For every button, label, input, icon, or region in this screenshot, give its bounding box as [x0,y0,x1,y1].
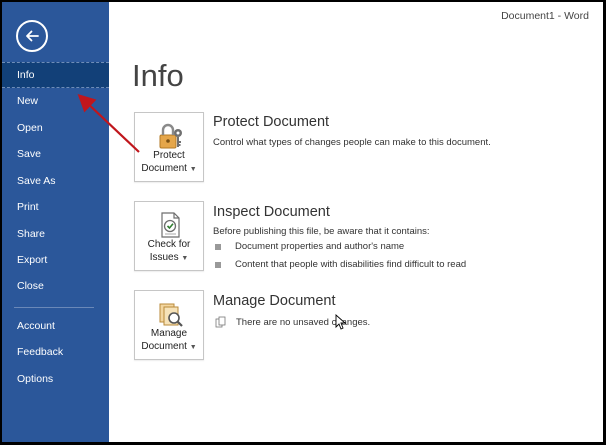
manage-document-icon [159,303,183,327]
nav-item-feedback[interactable]: Feedback [2,339,109,365]
back-button[interactable] [16,20,48,52]
backstage-sidebar: Info New Open Save Save As Print Share E… [2,2,109,442]
nav-item-share[interactable]: Share [2,221,109,247]
inspect-bullet: Document properties and author's name [215,241,404,252]
sidebar-divider [14,307,94,308]
mouse-cursor-icon [335,314,346,330]
protect-section-title: Protect Document [213,114,330,130]
window-title: Document1 - Word [501,10,589,22]
nav-item-info[interactable]: Info [2,62,109,88]
inspect-section-title: Inspect Document [213,204,330,220]
check-for-issues-button[interactable]: Check for Issues ▼ [134,201,204,271]
nav-item-account[interactable]: Account [2,313,109,339]
documents-icon [215,316,226,328]
manage-button-label: Manage Document ▼ [141,328,197,352]
nav-item-close[interactable]: Close [2,273,109,299]
check-issues-button-label: Check for Issues ▼ [147,239,191,263]
nav-item-save[interactable]: Save [2,141,109,167]
manage-section-title: Manage Document [213,293,336,309]
chevron-down-icon: ▼ [181,255,189,262]
manage-document-button[interactable]: Manage Document ▼ [134,290,204,360]
inspect-bullet: Content that people with disabilities fi… [215,259,466,270]
protect-section-desc: Control what types of changes people can… [213,137,491,148]
chevron-down-icon: ▼ [189,344,197,351]
nav-item-save-as[interactable]: Save As [2,168,109,194]
nav-item-export[interactable]: Export [2,247,109,273]
chevron-down-icon: ▼ [189,166,197,173]
nav-item-options[interactable]: Options [2,366,109,392]
lock-key-icon [159,123,182,149]
back-arrow-icon [26,30,39,42]
page-title: Info [132,58,184,93]
inspect-section-desc: Before publishing this file, be aware th… [213,226,430,237]
info-pane: Document1 - Word Info Protect Document ▼… [109,2,603,442]
nav-item-print[interactable]: Print [2,194,109,220]
protect-document-button[interactable]: Protect Document ▼ [134,112,204,182]
check-document-icon [161,212,180,238]
bullet-square-icon [215,261,221,268]
nav-item-new[interactable]: New [2,88,109,114]
manage-status: There are no unsaved changes. [215,316,370,328]
nav-item-open[interactable]: Open [2,115,109,141]
protect-button-label: Protect Document ▼ [141,150,197,174]
word-backstage-window: Info New Open Save Save As Print Share E… [2,2,603,442]
bullet-square-icon [215,243,221,250]
